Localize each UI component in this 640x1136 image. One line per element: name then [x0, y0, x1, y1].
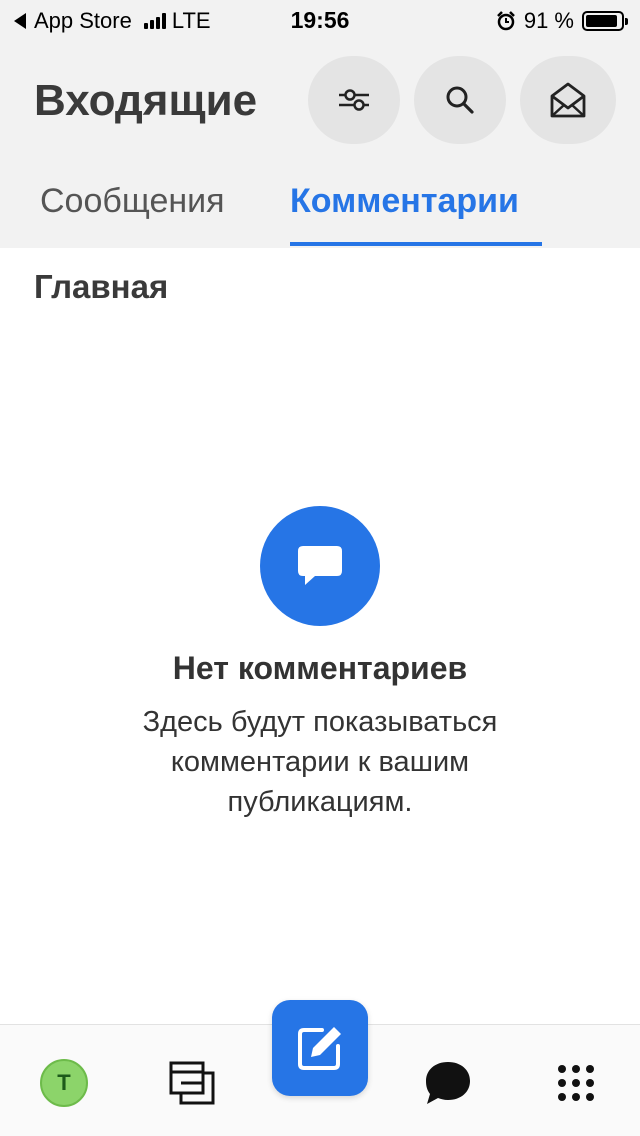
search-button[interactable] [414, 56, 506, 144]
status-bar: App Store LTE 19:56 91 % [0, 0, 640, 40]
section-title: Главная [34, 268, 169, 305]
tab-comments[interactable]: Комментарии [290, 182, 519, 221]
nav-messenger[interactable] [420, 1055, 476, 1111]
status-right: 91 % [496, 8, 628, 34]
comment-bubble-icon [298, 546, 342, 585]
chat-bubble-icon [426, 1062, 470, 1104]
page-title: Входящие [34, 76, 258, 125]
tabs: Сообщения Комментарии [0, 170, 640, 248]
search-icon [446, 86, 474, 114]
mark-read-button[interactable] [520, 56, 616, 144]
nav-pages[interactable] [164, 1055, 220, 1111]
alarm-icon [496, 11, 515, 31]
grid-menu-icon [558, 1065, 594, 1101]
tab-messages[interactable]: Сообщения [40, 182, 225, 221]
open-envelope-icon [550, 82, 586, 118]
empty-state-description: Здесь будут показываться комментарии к в… [142, 706, 498, 818]
empty-state-icon [260, 506, 380, 626]
battery-percent: 91 % [523, 8, 574, 33]
filter-sliders-icon [339, 89, 369, 111]
compose-icon [298, 1027, 341, 1070]
empty-state-title: Нет комментариев [172, 650, 468, 686]
pages-icon [169, 1061, 215, 1105]
active-tab-indicator [290, 242, 542, 246]
filter-button[interactable] [308, 56, 400, 144]
avatar[interactable]: T [40, 1059, 88, 1107]
compose-button[interactable] [272, 1000, 368, 1096]
battery-fill [586, 15, 617, 27]
nav-profile[interactable]: T [36, 1055, 92, 1111]
header: Входящие Сообщения Комментарии [0, 40, 640, 248]
battery-icon [582, 11, 628, 31]
nav-menu[interactable] [548, 1055, 604, 1111]
